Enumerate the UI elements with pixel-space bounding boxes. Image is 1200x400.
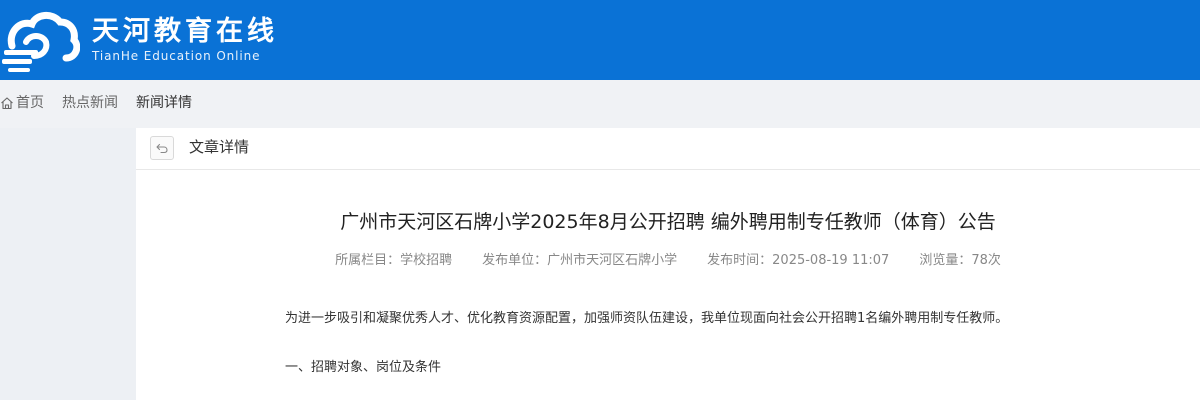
- back-button[interactable]: [150, 136, 174, 160]
- breadcrumb-hot-news-link[interactable]: 热点新闻: [62, 93, 118, 113]
- article-paragraph: 为进一步吸引和凝聚优秀人才、优化教育资源配置，加强师资队伍建设，我单位现面向社会…: [285, 311, 1009, 326]
- article-section-heading: 一、招聘对象、岗位及条件: [285, 360, 442, 375]
- breadcrumb-home-link[interactable]: 首页: [0, 93, 44, 113]
- panel-title: 文章详情: [189, 138, 250, 156]
- home-icon: [1, 97, 13, 110]
- article-panel: 文章详情 广州市天河区石牌小学2025年8月公开招聘 编外聘用制专任教师（体育）…: [136, 128, 1200, 400]
- site-subtitle: TianHe Education Online: [92, 49, 261, 63]
- meta-column: 所属栏目：学校招聘: [335, 253, 453, 268]
- left-sidebar: [0, 128, 136, 400]
- panel-header: 文章详情: [136, 128, 1200, 170]
- article-meta: 所属栏目：学校招聘 发布单位：广州市天河区石牌小学 发布时间：2025-08-1…: [136, 252, 1200, 270]
- meta-publisher: 发布单位：广州市天河区石牌小学: [482, 253, 678, 268]
- breadcrumb-home-label: 首页: [16, 95, 44, 111]
- return-icon: [156, 143, 168, 154]
- cloud-logo-icon[interactable]: [0, 6, 80, 74]
- site-title[interactable]: 天河教育在线: [92, 14, 278, 50]
- article-title: 广州市天河区石牌小学2025年8月公开招聘 编外聘用制专任教师（体育）公告: [340, 211, 996, 233]
- meta-time: 发布时间：2025-08-19 11:07: [707, 253, 890, 268]
- breadcrumb: 首页 热点新闻 新闻详情: [0, 80, 1200, 128]
- meta-views: 浏览量：78次: [919, 253, 1001, 268]
- site-header: 天河教育在线 TianHe Education Online: [0, 0, 1200, 80]
- breadcrumb-current: 新闻详情: [136, 95, 192, 111]
